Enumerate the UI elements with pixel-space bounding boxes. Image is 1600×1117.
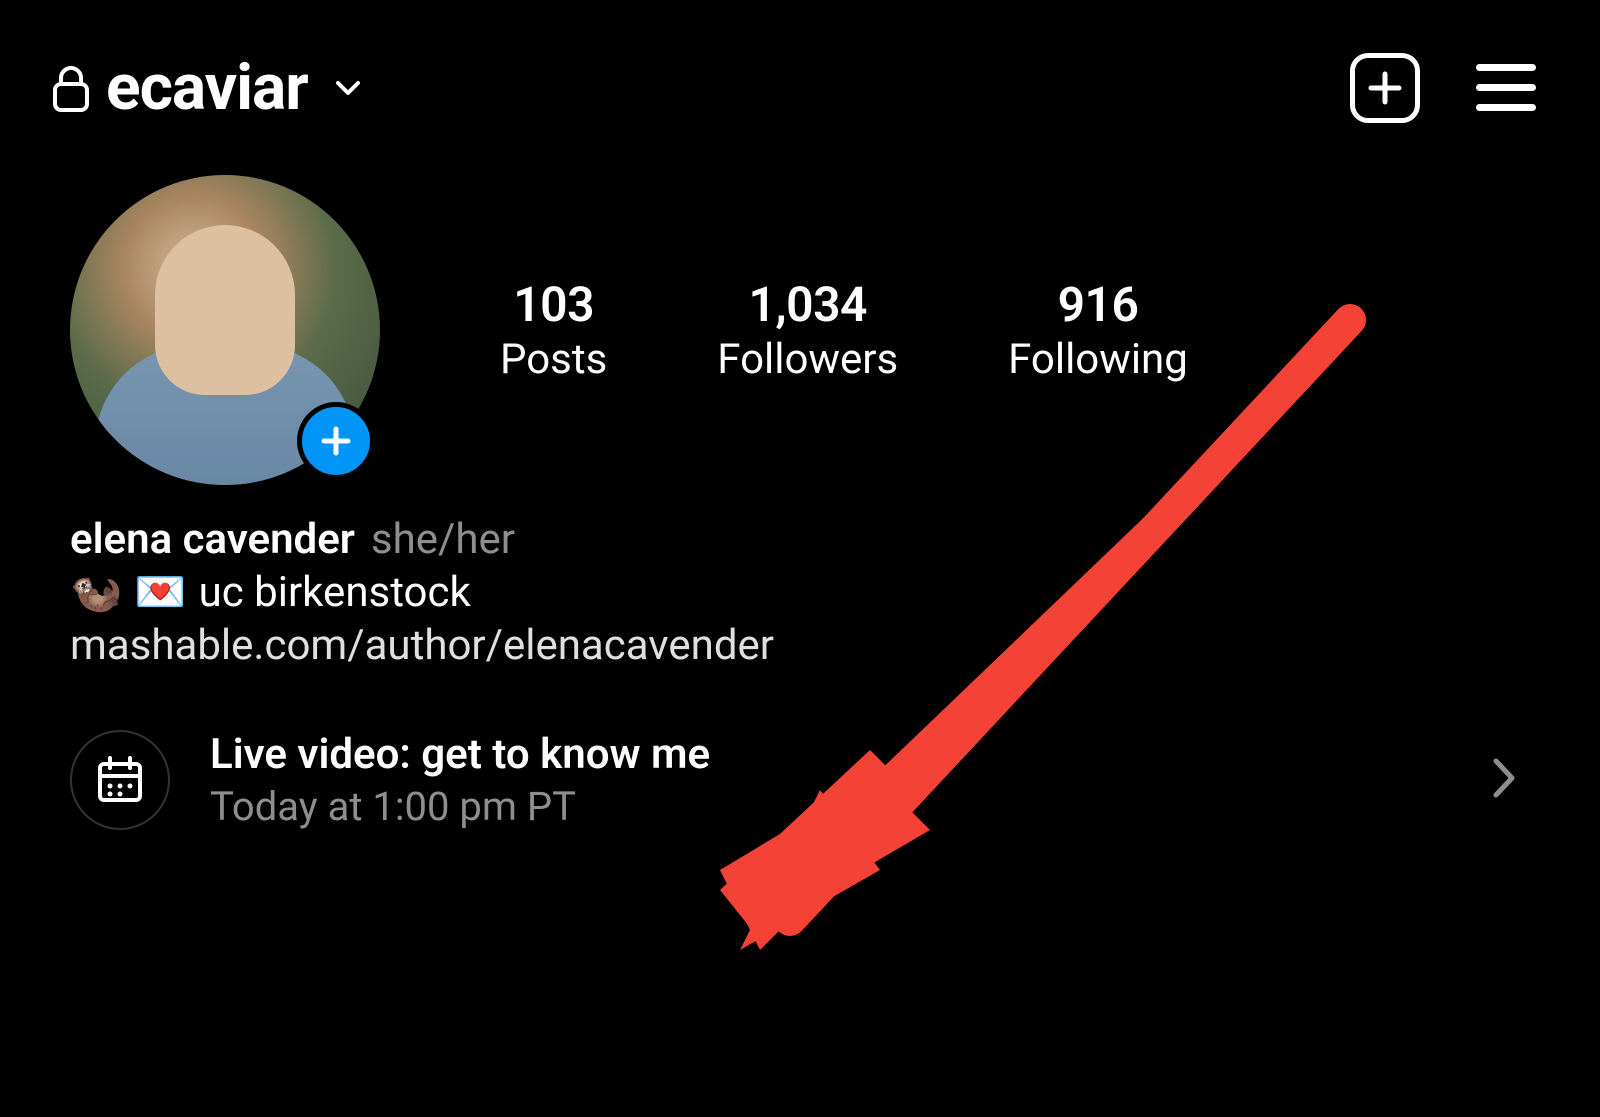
username-switcher[interactable]: ecaviar <box>50 50 364 125</box>
pronouns: she/her <box>371 515 515 564</box>
profile-header: ecaviar <box>0 0 1600 145</box>
event-icon-circle <box>70 730 170 830</box>
avatar-container[interactable] <box>70 175 380 485</box>
display-name: elena cavender <box>70 515 355 564</box>
event-time: Today at 1:00 pm PT <box>210 783 1450 830</box>
calendar-icon <box>94 754 146 806</box>
bio-link[interactable]: mashable.com/author/elenacavender <box>70 621 1530 670</box>
header-actions <box>1350 53 1536 123</box>
envelope-emoji: 💌 <box>134 568 186 617</box>
create-post-button[interactable] <box>1350 53 1420 123</box>
chevron-down-icon <box>332 72 364 104</box>
otter-emoji: 🦦 <box>70 568 122 617</box>
username-label: ecaviar <box>106 50 308 125</box>
followers-label: Followers <box>717 335 898 384</box>
bio-text: uc birkenstock <box>199 568 471 617</box>
chevron-right-icon <box>1490 753 1520 807</box>
stats-row: 103 Posts 1,034 Followers 916 Following <box>460 276 1530 384</box>
posts-count: 103 <box>513 276 594 333</box>
plus-icon <box>1365 68 1405 108</box>
following-count: 916 <box>1058 276 1139 333</box>
profile-stats-row: 103 Posts 1,034 Followers 916 Following <box>0 145 1600 505</box>
bio-line: 🦦 💌 uc birkenstock <box>70 568 1530 617</box>
event-text: Live video: get to know me Today at 1:00… <box>210 730 1450 830</box>
plus-icon <box>318 423 354 459</box>
posts-stat[interactable]: 103 Posts <box>500 276 607 384</box>
posts-label: Posts <box>500 335 607 384</box>
bio-section: elena cavender she/her 🦦 💌 uc birkenstoc… <box>0 505 1600 700</box>
add-story-button[interactable] <box>297 402 375 480</box>
menu-button[interactable] <box>1476 64 1536 111</box>
followers-stat[interactable]: 1,034 Followers <box>717 276 898 384</box>
scheduled-live-event[interactable]: Live video: get to know me Today at 1:00… <box>0 700 1600 860</box>
name-row: elena cavender she/her <box>70 515 1530 564</box>
followers-count: 1,034 <box>748 276 866 333</box>
hamburger-icon <box>1476 64 1536 71</box>
following-stat[interactable]: 916 Following <box>1008 276 1188 384</box>
event-title: Live video: get to know me <box>210 730 1450 779</box>
following-label: Following <box>1008 335 1188 384</box>
lock-icon <box>50 62 92 114</box>
